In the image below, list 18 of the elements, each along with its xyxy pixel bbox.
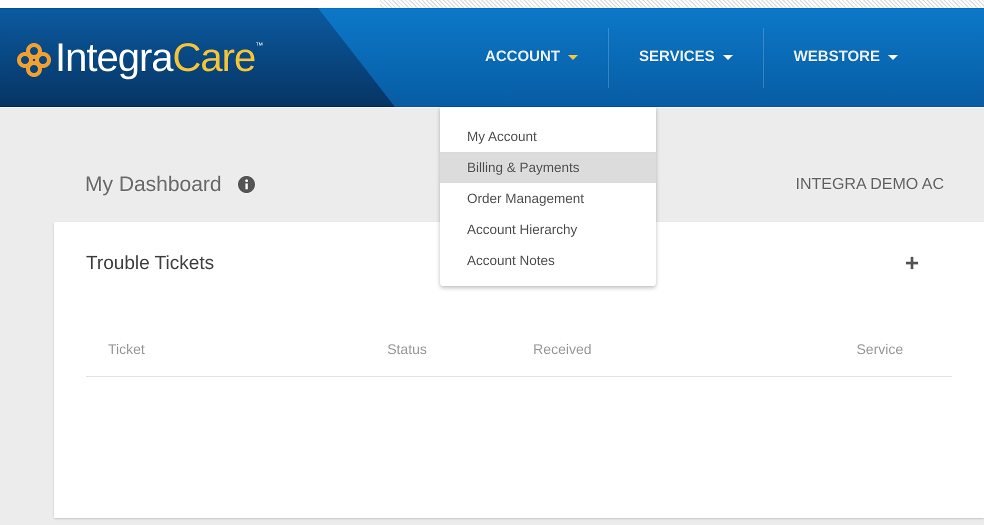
card-title: Trouble Tickets	[86, 252, 214, 276]
dropdown-item[interactable]: My Account	[440, 121, 656, 152]
dropdown-item[interactable]: Order Management	[440, 183, 656, 214]
info-icon[interactable]	[238, 176, 255, 193]
dropdown-item[interactable]: Account Notes	[440, 245, 656, 276]
column-header: Service	[855, 341, 904, 357]
column-header: Received	[532, 341, 592, 357]
add-button[interactable]: +	[900, 252, 924, 276]
page-title: My Dashboard	[85, 172, 222, 198]
dropdown-item[interactable]: Billing & Payments	[440, 152, 656, 183]
nav-menu-item[interactable]: SERVICES	[609, 28, 763, 88]
dropdown-item[interactable]: Account Hierarchy	[440, 214, 656, 245]
column-header: Status	[386, 341, 427, 357]
account-name: INTEGRA DEMO AC	[796, 174, 944, 194]
column-header: Ticket	[107, 341, 145, 357]
nav-menu-item[interactable]: WEBSTORE	[764, 28, 928, 88]
flower-logo-icon	[16, 42, 52, 78]
nav-menu-item[interactable]: ACCOUNT	[455, 28, 608, 88]
